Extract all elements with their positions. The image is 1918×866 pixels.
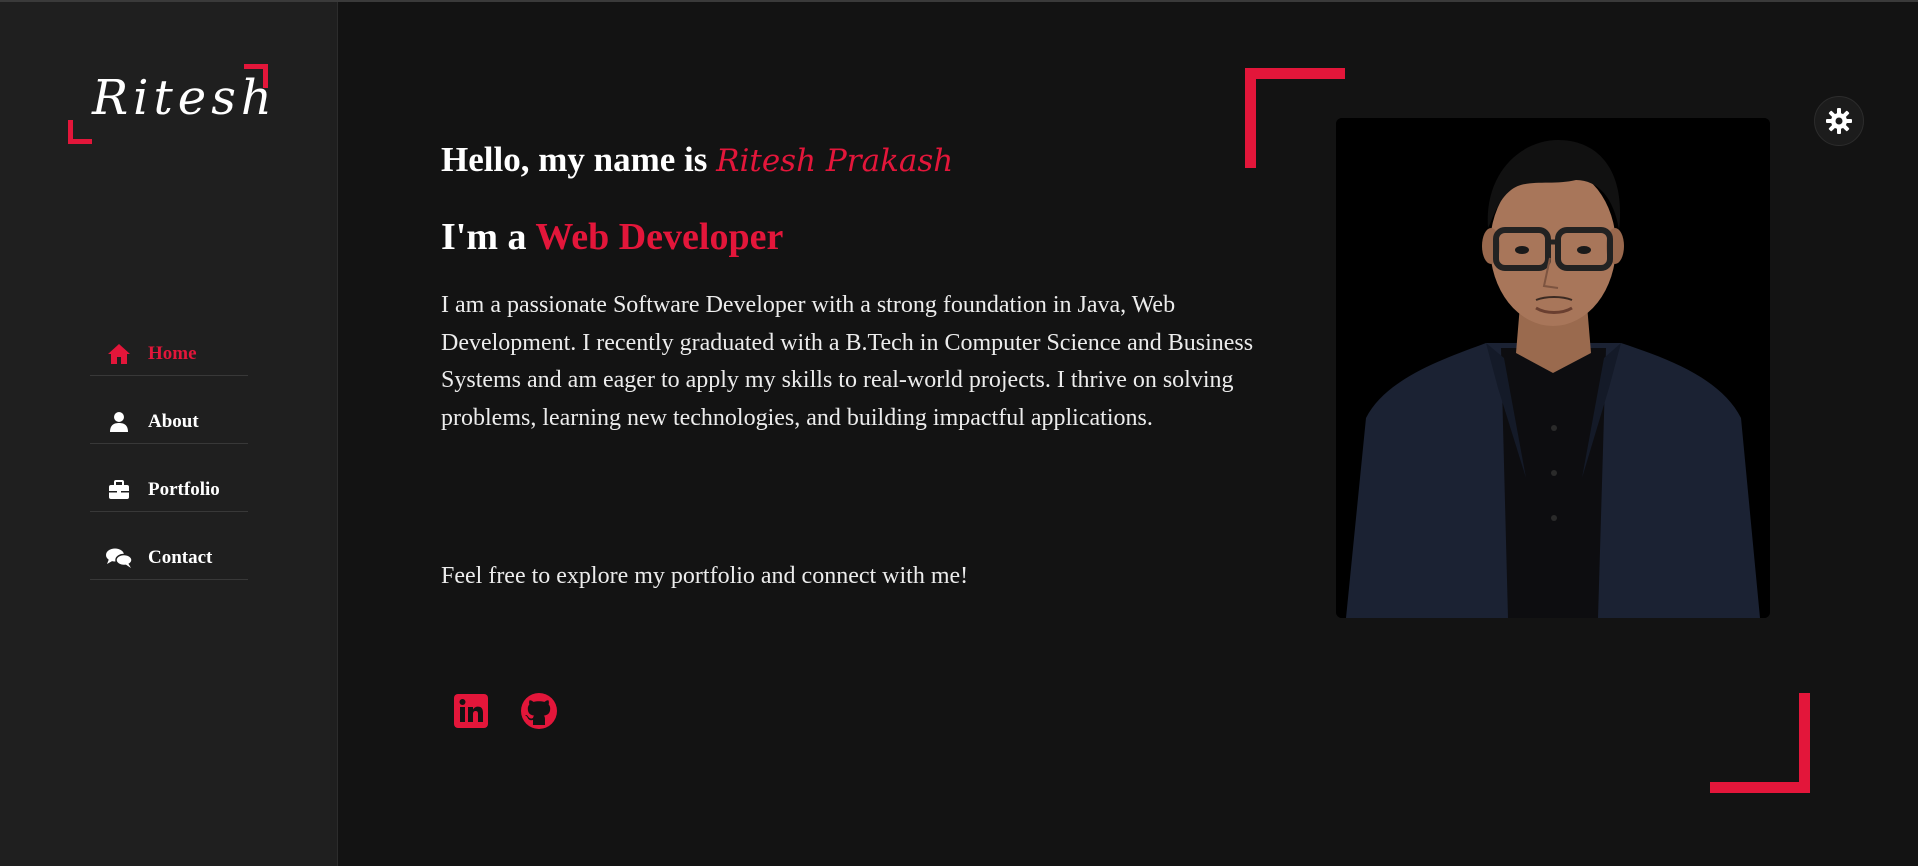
bio: I am a passionate Software Developer wit… [441, 292, 1254, 431]
greeting-prefix: Hello, my name is [441, 140, 717, 179]
nav-item-about[interactable]: About [90, 400, 248, 444]
name: Ritesh Prakash [716, 143, 954, 179]
role: Web Developer [535, 216, 784, 258]
gear-icon [1826, 108, 1852, 134]
logo-text: Ritesh [92, 70, 277, 126]
home-icon [104, 343, 134, 365]
nav-item-home[interactable]: Home [90, 332, 248, 376]
social-links [452, 692, 558, 730]
sidebar: Ritesh Home About Portfolio Contact [0, 2, 338, 866]
nav-item-portfolio[interactable]: Portfolio [90, 468, 248, 512]
role-heading: I'm a Web Developer [441, 215, 783, 259]
nav-item-contact[interactable]: Contact [90, 536, 248, 580]
page: Ritesh Home About Portfolio Contact Hell… [0, 0, 1918, 866]
cta-text: Feel free to explore my portfolio and co… [441, 563, 969, 589]
briefcase-icon [104, 479, 134, 501]
photo-corner-top-left [1245, 68, 1345, 168]
photo-corner-bottom-right [1710, 693, 1810, 793]
user-icon [104, 411, 134, 433]
linkedin-link[interactable] [452, 692, 490, 730]
logo[interactable]: Ritesh [68, 64, 272, 144]
nav-item-label: Contact [148, 546, 213, 568]
greeting: Hello, my name is Ritesh Prakash [441, 140, 953, 180]
nav-item-label: About [148, 410, 199, 432]
linkedin-icon [454, 694, 488, 728]
role-prefix: I'm a [441, 216, 536, 258]
nav-item-label: Home [148, 342, 197, 364]
sidebar-nav: Home About Portfolio Contact [90, 332, 248, 604]
nav-item-label: Portfolio [148, 478, 220, 500]
logo-bracket-bottom-left [68, 120, 92, 144]
theme-toggle-button[interactable] [1814, 96, 1864, 146]
chat-icon [104, 547, 134, 569]
github-link[interactable] [520, 692, 558, 730]
profile-photo [1336, 118, 1770, 618]
github-icon [521, 693, 557, 729]
